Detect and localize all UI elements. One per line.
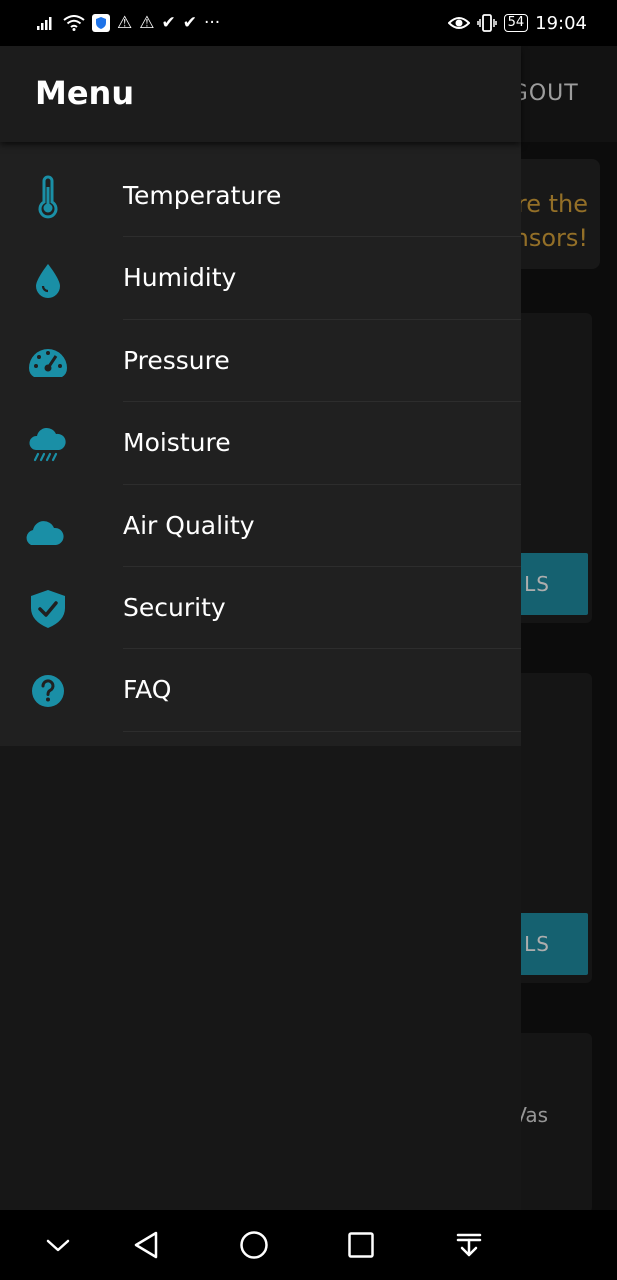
- menu-item-label: Temperature: [123, 181, 282, 210]
- menu-item-label: Moisture: [123, 428, 231, 458]
- battery-indicator: 54: [503, 14, 529, 32]
- drawer-menu-list: Temperature Humidity Pressure Moisture A…: [0, 142, 521, 746]
- menu-item-label: Air Quality: [123, 510, 255, 540]
- menu-item-label: Humidity: [123, 263, 237, 293]
- rain-cloud-icon: [29, 428, 66, 462]
- warning-icon: ⚠: [139, 12, 155, 33]
- menu-item-air-quality[interactable]: Air Quality: [0, 485, 521, 567]
- more-notifications-icon: ···: [204, 12, 221, 33]
- vibrate-icon: [476, 14, 497, 32]
- menu-item-security[interactable]: Security: [0, 567, 521, 650]
- notification-pull-icon[interactable]: [449, 1225, 489, 1265]
- signal-icon: [37, 17, 52, 30]
- status-bar: ⚠ ⚠ ✔ ✔ ··· 54 19:04: [0, 0, 617, 46]
- question-circle-icon: [32, 675, 64, 708]
- water-drop-icon: [36, 264, 60, 299]
- menu-item-humidity[interactable]: Humidity: [0, 237, 521, 320]
- thermometer-icon: [38, 175, 58, 219]
- drawer-title: Menu: [35, 74, 135, 112]
- shield-check-icon: [31, 589, 65, 628]
- menu-item-moisture[interactable]: Moisture: [0, 402, 521, 485]
- drawer-header: Menu: [0, 46, 521, 142]
- check-icon: ✔: [182, 12, 197, 33]
- eye-icon: [447, 17, 470, 29]
- menu-item-label: FAQ: [123, 675, 172, 705]
- check-icon: ✔: [161, 12, 176, 33]
- menu-item-temperature[interactable]: Temperature: [0, 155, 521, 238]
- warning-icon: ⚠: [117, 12, 133, 33]
- status-icons-right: 54 19:04: [447, 12, 587, 34]
- collapse-icon[interactable]: [38, 1225, 78, 1265]
- home-icon[interactable]: [234, 1225, 274, 1265]
- divider: [123, 730, 521, 732]
- menu-item-label: Security: [123, 592, 226, 622]
- cloud-moon-icon: [26, 509, 67, 545]
- back-icon[interactable]: [126, 1225, 166, 1265]
- recents-icon[interactable]: [341, 1225, 381, 1265]
- menu-item-faq[interactable]: FAQ: [0, 649, 521, 732]
- status-icons-left: ⚠ ⚠ ✔ ✔ ···: [36, 14, 220, 32]
- speedometer-icon: [29, 348, 67, 377]
- clock: 19:04: [535, 12, 587, 34]
- system-navigation-bar: [0, 1210, 617, 1280]
- vpn-shield-icon: [92, 14, 110, 32]
- wifi-icon: [63, 15, 85, 31]
- menu-item-pressure[interactable]: Pressure: [0, 320, 521, 403]
- navigation-drawer: Menu Temperature Humidity Pressure Moist…: [0, 46, 521, 1210]
- menu-item-label: Pressure: [123, 345, 230, 375]
